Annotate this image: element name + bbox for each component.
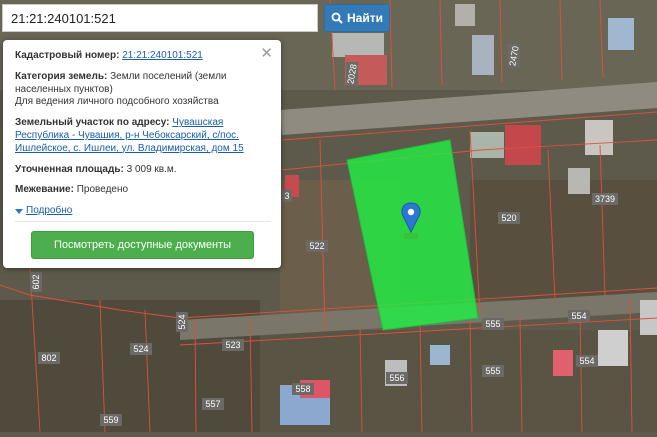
svg-text:555: 555 [485,319,500,329]
chevron-down-icon [15,209,23,215]
svg-text:520: 520 [501,213,516,223]
svg-text:802: 802 [41,353,56,363]
svg-text:556: 556 [389,373,404,383]
cadastral-number-label: Кадастровый номер: [15,50,120,61]
svg-text:3: 3 [284,191,289,201]
svg-text:602: 602 [31,274,41,289]
parcel-label-602: 602 [30,272,42,292]
search-input[interactable] [2,4,318,32]
parcel-label-520: 520 [498,212,520,224]
svg-text:559: 559 [103,415,118,425]
cadastral-number-link[interactable]: 21:21:240101:521 [122,50,203,61]
cadastral-number-row: Кадастровый номер: 21:21:240101:521 [15,50,271,63]
search-bar: Найти [2,4,392,32]
parcel-label-802: 802 [38,352,60,364]
search-icon [331,12,343,24]
view-documents-button[interactable]: Посмотреть доступные документы [31,231,254,259]
svg-text:554: 554 [571,311,586,321]
area-label: Уточненная площадь: [15,163,124,175]
survey-row: Межевание: Проведено [15,184,271,197]
address-label: Земельный участок по адресу: [15,117,170,129]
parcel-label-555-b: 555 [482,365,504,377]
land-category-label: Категория земель: [15,70,108,82]
parcel-label-524-vertical: 524 [176,312,188,332]
area-row: Уточненная площадь: 3 009 кв.м. [15,164,271,177]
parcel-label-554: 554 [568,310,590,322]
parcel-label-2470: 2470 [507,44,521,68]
svg-text:524: 524 [177,314,187,329]
parcel-label-556: 556 [386,372,408,384]
parcel-label-522: 522 [306,240,328,252]
parcel-label-559: 559 [100,414,122,426]
close-icon[interactable]: ✕ [260,44,273,63]
area-value: 3 009 кв.м. [126,163,177,175]
more-details-toggle[interactable]: Подробно [15,205,271,218]
svg-text:558: 558 [295,384,310,394]
parcel-label-3739: 3739 [592,193,618,205]
parcel-label-554-b: 554 [576,355,598,367]
search-button[interactable]: Найти [324,4,390,32]
divider [15,221,271,222]
parcel-label-524: 524 [130,343,152,355]
land-category-row: Категория земель: Земли поселений (земли… [15,71,271,109]
svg-text:555: 555 [485,366,500,376]
parcel-info-popup: ✕ Кадастровый номер: 21:21:240101:521 Ка… [3,40,281,268]
svg-text:554: 554 [579,356,594,366]
survey-label: Межевание: [15,184,74,196]
land-usage-value: Для ведения личного подсобного хозяйства [15,96,219,108]
survey-value: Проведено [76,184,129,196]
parcel-label-555: 555 [482,318,504,330]
parcel-label-3: 3 [282,190,292,202]
more-details-link[interactable]: Подробно [26,205,72,218]
search-button-label: Найти [347,11,383,25]
svg-text:522: 522 [309,241,324,251]
svg-text:523: 523 [225,340,240,350]
svg-text:524: 524 [133,344,148,354]
svg-text:3739: 3739 [595,194,615,204]
parcel-label-2028: 2028 [345,62,359,86]
address-row: Земельный участок по адресу: Чувашская Р… [15,117,271,155]
parcel-label-523: 523 [222,339,244,351]
svg-text:557: 557 [205,399,220,409]
parcel-label-557: 557 [202,398,224,410]
parcel-label-558: 558 [292,383,314,395]
